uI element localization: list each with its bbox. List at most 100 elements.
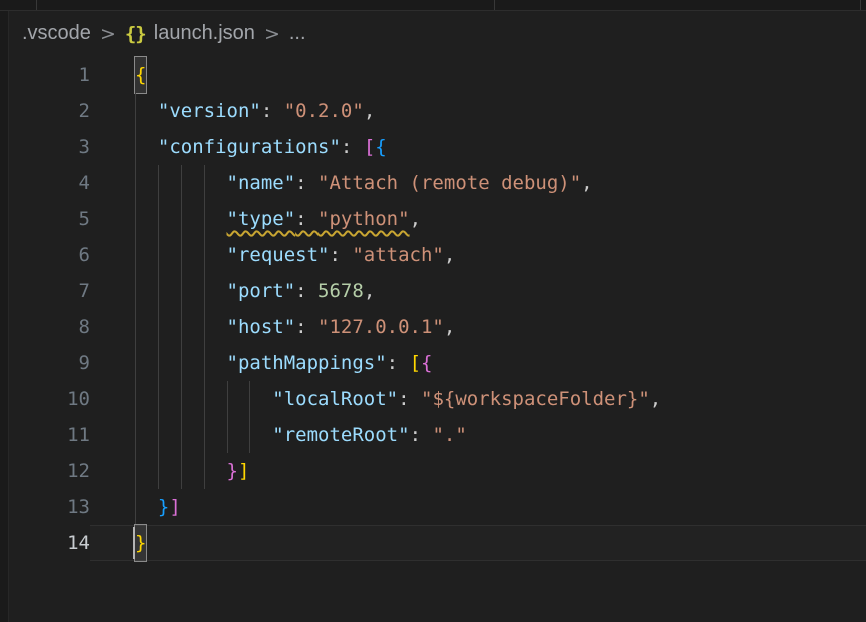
code-line-content[interactable]: {: [90, 57, 866, 93]
code-line-content[interactable]: "pathMappings": [{: [90, 345, 866, 381]
code-line-content[interactable]: }: [90, 525, 866, 561]
code-line-content[interactable]: "localRoot": "${workspaceFolder}",: [90, 381, 866, 417]
json-key: "request": [227, 244, 330, 266]
code-line: 5 "type": "python",: [9, 201, 866, 237]
punctuation: :: [341, 136, 364, 158]
indent-guide: [204, 165, 205, 201]
indent-guide: [135, 165, 136, 201]
bracket-level-3: {: [375, 136, 386, 158]
indent-guide: [135, 417, 136, 453]
editor-code-area[interactable]: 1{2 "version": "0.2.0",3 "configurations…: [9, 57, 866, 561]
indent-guide: [181, 165, 182, 201]
punctuation: [135, 100, 158, 122]
code-line: 7 "port": 5678,: [9, 273, 866, 309]
line-number[interactable]: 6: [9, 237, 90, 273]
indent-guide: [181, 309, 182, 345]
line-number[interactable]: 8: [9, 309, 90, 345]
tab-bar-bottom-edge: [0, 0, 866, 11]
indent-guide: [135, 129, 136, 165]
code-line: 3 "configurations": [{: [9, 129, 866, 165]
punctuation: [135, 496, 158, 518]
indent-guide: [135, 237, 136, 273]
punctuation: :: [261, 100, 284, 122]
code-line: 12 }]: [9, 453, 866, 489]
indent-guide: [204, 417, 205, 453]
bracket-level-2: ]: [169, 496, 180, 518]
tab-separator: [494, 0, 495, 10]
json-key: "name": [227, 172, 296, 194]
indent-guide: [135, 381, 136, 417]
indent-guide: [181, 381, 182, 417]
indent-guide: [158, 237, 159, 273]
line-number[interactable]: 3: [9, 129, 90, 165]
code-line-content[interactable]: }]: [90, 453, 866, 489]
line-number[interactable]: 13: [9, 489, 90, 525]
indent-guide: [204, 453, 205, 489]
punctuation: ,: [364, 100, 375, 122]
line-number[interactable]: 4: [9, 165, 90, 201]
code-line-content[interactable]: "version": "0.2.0",: [90, 93, 866, 129]
indent-guide: [158, 417, 159, 453]
code-line: 11 "remoteRoot": ".": [9, 417, 866, 453]
line-number[interactable]: 9: [9, 345, 90, 381]
indent-guide: [181, 201, 182, 237]
punctuation: :: [295, 316, 318, 338]
line-number[interactable]: 7: [9, 273, 90, 309]
line-number[interactable]: 5: [9, 201, 90, 237]
breadcrumb-folder[interactable]: .vscode: [22, 22, 91, 45]
indent-guide: [135, 453, 136, 489]
bracket-level-2: [: [364, 136, 375, 158]
code-line-content[interactable]: "type": "python",: [90, 201, 866, 237]
breadcrumb-symbol[interactable]: ...: [289, 22, 306, 45]
bracket-level-2: }: [227, 460, 238, 482]
line-number[interactable]: 10: [9, 381, 90, 417]
punctuation: ,: [410, 208, 421, 230]
indent-guide: [204, 381, 205, 417]
bracket-level-3: }: [158, 496, 169, 518]
json-key: "remoteRoot": [272, 424, 409, 446]
code-line-content[interactable]: "configurations": [{: [90, 129, 866, 165]
line-number[interactable]: 14: [9, 525, 90, 561]
line-number[interactable]: 2: [9, 93, 90, 129]
indent-guide: [158, 345, 159, 381]
code-line-content[interactable]: "port": 5678,: [90, 273, 866, 309]
json-key: "version": [158, 100, 261, 122]
code-line: 13 }]: [9, 489, 866, 525]
indent-guide: [227, 381, 228, 417]
json-string-value: "attach": [352, 244, 444, 266]
line-number[interactable]: 1: [9, 57, 90, 93]
indent-guide: [181, 417, 182, 453]
punctuation: :: [398, 388, 421, 410]
code-line: 8 "host": "127.0.0.1",: [9, 309, 866, 345]
indent-guide: [204, 345, 205, 381]
code-line: 10 "localRoot": "${workspaceFolder}",: [9, 381, 866, 417]
tab-separator: [860, 0, 861, 10]
indent-guide: [249, 417, 250, 453]
indent-guide: [158, 165, 159, 201]
code-line-content[interactable]: "name": "Attach (remote debug)",: [90, 165, 866, 201]
bracket-level-2: {: [421, 352, 432, 374]
json-key: "type": [227, 208, 296, 230]
code-line-content[interactable]: "host": "127.0.0.1",: [90, 309, 866, 345]
json-string-value: "0.2.0": [284, 100, 364, 122]
code-line-content[interactable]: "remoteRoot": ".": [90, 417, 866, 453]
indent-guide: [181, 273, 182, 309]
indent-guide: [135, 93, 136, 129]
breadcrumb-file[interactable]: launch.json: [154, 22, 255, 45]
code-line-content[interactable]: }]: [90, 489, 866, 525]
line-number[interactable]: 12: [9, 453, 90, 489]
indent-guide: [135, 489, 136, 525]
code-line-content[interactable]: "request": "attach",: [90, 237, 866, 273]
punctuation: ,: [444, 316, 455, 338]
punctuation: ,: [581, 172, 592, 194]
json-key: "pathMappings": [227, 352, 387, 374]
indent-guide: [158, 201, 159, 237]
indent-guide: [204, 309, 205, 345]
line-number[interactable]: 11: [9, 417, 90, 453]
indent-guide: [158, 381, 159, 417]
json-string-value: ".": [432, 424, 466, 446]
code-line: 9 "pathMappings": [{: [9, 345, 866, 381]
json-string-value: "127.0.0.1": [318, 316, 444, 338]
indent-guide: [158, 309, 159, 345]
indent-guide: [204, 237, 205, 273]
